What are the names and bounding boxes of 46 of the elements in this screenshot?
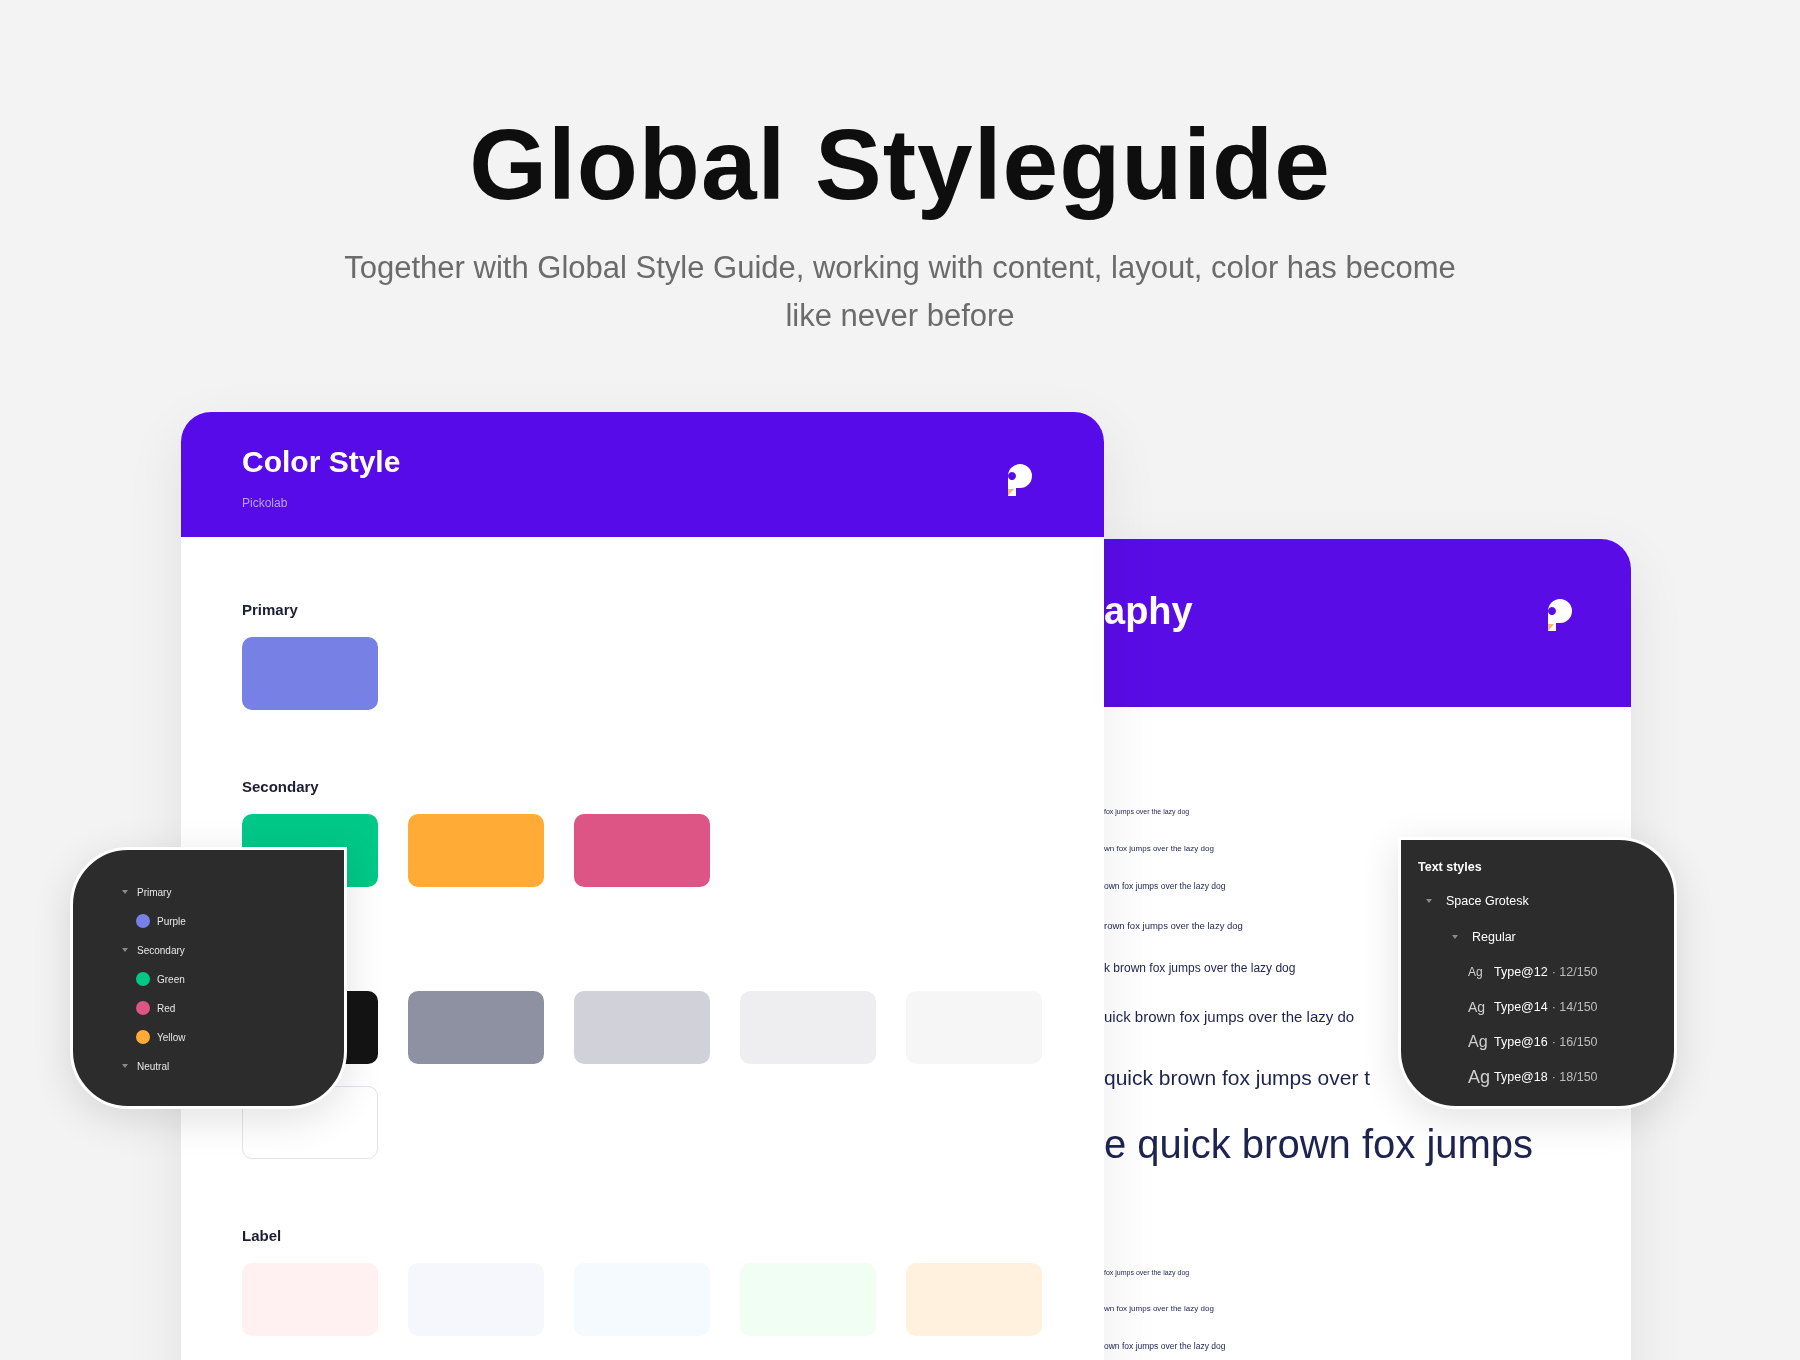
card-title: aphy [1104,589,1193,633]
caret-icon[interactable] [121,888,129,896]
logo-icon [1005,462,1035,498]
type-sample: k brown fox jumps over the lazy dog [1104,962,1296,976]
tree-item-label[interactable]: Red [157,1000,176,1016]
text-style-name[interactable]: Type@12 [1494,962,1548,982]
type-sample: rown fox jumps over the lazy dog [1104,920,1243,932]
logo-icon [1545,597,1575,633]
panel-title: Text styles [1418,859,1483,876]
text-style-name[interactable]: Type@18 [1494,1067,1548,1087]
type-sample: own fox jumps over the lazy dog [1104,882,1226,892]
caret-icon[interactable] [121,1062,129,1070]
caret-icon[interactable] [121,946,129,954]
tree-group-label[interactable]: Neutral [137,1058,170,1074]
glyph-preview: Ag [1468,1065,1492,1089]
tree-group-label[interactable]: Space Grotesk [1446,891,1529,911]
glyph-preview: Ag [1468,964,1484,981]
tree-item-label[interactable]: Purple [157,913,186,929]
type-sample: own fox jumps over the lazy dog [1104,1341,1226,1352]
tree-item-label[interactable]: Yellow [157,1029,186,1045]
text-style-spec: · 18/150 [1551,1068,1598,1086]
tree-group-label[interactable]: Secondary [137,942,185,958]
caret-icon[interactable] [1451,933,1459,941]
tree-group-label[interactable]: Primary [137,884,172,900]
type-sample: uick brown fox jumps over the lazy do [1104,1008,1355,1026]
text-style-spec: · 12/150 [1551,963,1598,981]
section-label: Label [242,1227,283,1245]
section-label: Primary [242,601,299,619]
type-sample: quick brown fox jumps over t [1104,1066,1371,1090]
page-title: Global Styleguide [469,108,1331,220]
tree-group-label[interactable]: Regular [1472,927,1516,947]
card-subtitle: Pickolab [242,495,289,512]
page-subtitle: Together with Global Style Guide, working with content, layout, color has become like never before [343,249,1457,335]
text-style-name[interactable]: Type@16 [1494,1032,1548,1052]
caret-icon[interactable] [1425,897,1433,905]
tree-item-label[interactable]: Green [157,971,185,987]
glyph-preview: Ag [1468,997,1487,1017]
card-title: Color Style [242,444,401,480]
text-style-spec: · 14/150 [1551,998,1598,1016]
glyph-preview: Ag [1468,1032,1489,1052]
type-sample: wn fox jumps over the lazy dog [1104,1305,1214,1314]
text-style-spec: · 16/150 [1551,1033,1598,1051]
text-style-name[interactable]: Type@14 [1494,997,1548,1017]
section-label: Secondary [242,778,320,796]
type-sample: wn fox jumps over the lazy dog [1104,844,1214,854]
type-sample: e quick brown fox jumps [1104,1122,1534,1166]
